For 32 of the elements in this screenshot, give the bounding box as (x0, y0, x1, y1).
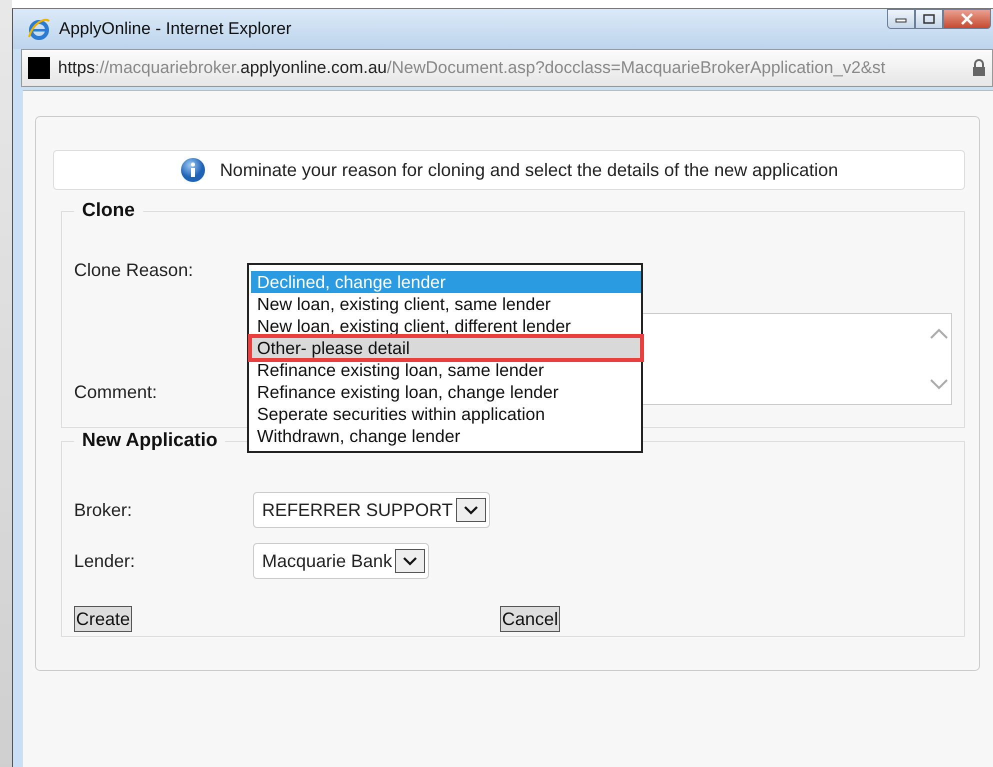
cancel-button[interactable]: Cancel (500, 606, 560, 632)
info-icon (180, 157, 206, 183)
dropdown-option[interactable]: Refinance existing loan, same lender (251, 359, 641, 381)
maximize-button[interactable] (915, 9, 943, 29)
minimize-button[interactable] (887, 9, 915, 29)
window-title: ApplyOnline - Internet Explorer (59, 19, 292, 39)
chevron-down-icon (402, 555, 418, 567)
dropdown-option[interactable]: Refinance existing loan, change lender (251, 381, 641, 403)
address-bar[interactable]: https://macquariebroker.applyonline.com.au/NewDocument.asp?docclass=MacquarieBrokerApplication_v2&st (21, 49, 993, 87)
address-url[interactable]: https://macquariebroker.applyonline.com.au/NewDocument.asp?docclass=MacquarieBrokerApplication_v2&st (58, 58, 964, 78)
maximize-icon (923, 14, 935, 24)
create-button[interactable]: Create (74, 606, 132, 632)
field-label: Broker: (74, 500, 134, 520)
dropdown-option[interactable]: Seperate securities within application (251, 403, 641, 425)
select-field[interactable]: Macquarie Bank (253, 543, 430, 579)
lock-icon (972, 59, 986, 77)
section-heading: Clone (81, 200, 136, 222)
page-icon (28, 57, 50, 79)
field-label: Comment: (74, 382, 158, 404)
info-message: Nominate your reason for cloning and select the details of the new application (220, 160, 838, 180)
select-field[interactable]: REFERRER SUPPORT (253, 492, 490, 528)
close-button[interactable] (943, 9, 991, 29)
section-heading: New Applicatio (81, 430, 218, 452)
field-label: Clone Reason: (74, 260, 194, 280)
dropdown-option[interactable]: Withdrawn, change lender (251, 425, 641, 447)
close-icon (960, 13, 974, 25)
dropdown-option[interactable]: New loan, existing client, different lender (251, 315, 641, 337)
field-label: Lender: (74, 550, 136, 572)
chevron-down-icon (462, 504, 479, 516)
dropdown-option[interactable]: Other- please detail (251, 337, 641, 359)
dropdown-option[interactable]: New loan, existing client, same lender (251, 293, 641, 315)
browser-logo-icon (27, 17, 51, 41)
